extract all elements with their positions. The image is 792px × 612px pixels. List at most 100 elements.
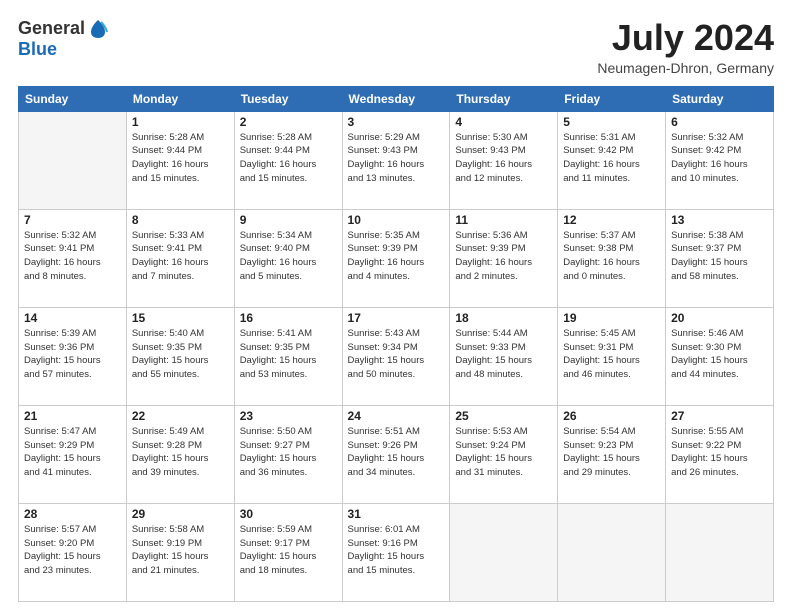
day-info: Sunrise: 5:51 AM Sunset: 9:26 PM Dayligh… — [348, 425, 445, 480]
day-info: Sunrise: 5:47 AM Sunset: 9:29 PM Dayligh… — [24, 425, 121, 480]
day-info: Sunrise: 5:30 AM Sunset: 9:43 PM Dayligh… — [455, 131, 552, 186]
calendar-cell: 25Sunrise: 5:53 AM Sunset: 9:24 PM Dayli… — [450, 405, 558, 503]
day-info: Sunrise: 5:59 AM Sunset: 9:17 PM Dayligh… — [240, 523, 337, 578]
day-info: Sunrise: 5:44 AM Sunset: 9:33 PM Dayligh… — [455, 327, 552, 382]
day-number: 9 — [240, 213, 337, 227]
calendar-cell: 13 Sunrise: 5:38 AM Sunset: 9:37 PM Dayli… — [666, 209, 774, 307]
day-number: 28 — [24, 507, 121, 521]
day-info: Sunrise: 5:43 AM Sunset: 9:34 PM Dayligh… — [348, 327, 445, 382]
week-row-5: 28 Sunrise: 5:57 AM Sunset: 9:20 PM Dayli… — [19, 503, 774, 601]
month-title: July 2024 — [597, 18, 774, 58]
calendar-cell: 4 Sunrise: 5:30 AM Sunset: 9:43 PM Daylig… — [450, 111, 558, 209]
day-info: Sunrise: 5:35 AM Sunset: 9:39 PM Dayligh… — [348, 229, 445, 284]
page: General Blue July 2024 Neumagen-Dhron, G… — [0, 0, 792, 612]
calendar-cell — [558, 503, 666, 601]
weekday-header-row: SundayMondayTuesdayWednesdayThursdayFrid… — [19, 86, 774, 111]
day-info: Sunrise: 5:58 AM Sunset: 9:19 PM Dayligh… — [132, 523, 229, 578]
logo-general-text: General — [18, 19, 85, 39]
day-info: Sunrise: 5:34 AM Sunset: 9:40 PM Dayligh… — [240, 229, 337, 284]
calendar-cell: 6 Sunrise: 5:32 AM Sunset: 9:42 PM Daylig… — [666, 111, 774, 209]
day-info: Sunrise: 5:40 AM Sunset: 9:35 PM Dayligh… — [132, 327, 229, 382]
calendar-cell: 26 Sunrise: 5:54 AM Sunset: 9:23 PM Dayli… — [558, 405, 666, 503]
weekday-header-thursday: Thursday — [450, 86, 558, 111]
calendar-cell — [19, 111, 127, 209]
day-number: 18 — [455, 311, 552, 325]
day-info: Sunrise: 5:28 AM Sunset: 9:44 PM Dayligh… — [240, 131, 337, 186]
calendar-cell: 31 Sunrise: 6:01 AM Sunset: 9:16 PM Dayli… — [342, 503, 450, 601]
day-info: Sunrise: 5:49 AM Sunset: 9:28 PM Dayligh… — [132, 425, 229, 480]
day-number: 11 — [455, 213, 552, 227]
calendar-cell: 16Sunrise: 5:41 AM Sunset: 9:35 PM Dayli… — [234, 307, 342, 405]
day-number: 2 — [240, 115, 337, 129]
day-info: Sunrise: 5:54 AM Sunset: 9:23 PM Dayligh… — [563, 425, 660, 480]
calendar-cell: 11 Sunrise: 5:36 AM Sunset: 9:39 PM Dayli… — [450, 209, 558, 307]
calendar-cell: 28 Sunrise: 5:57 AM Sunset: 9:20 PM Dayli… — [19, 503, 127, 601]
week-row-2: 7 Sunrise: 5:32 AM Sunset: 9:41 PM Daylig… — [19, 209, 774, 307]
calendar-cell: 14 Sunrise: 5:39 AM Sunset: 9:36 PM Dayli… — [19, 307, 127, 405]
calendar-cell: 7 Sunrise: 5:32 AM Sunset: 9:41 PM Daylig… — [19, 209, 127, 307]
day-info: Sunrise: 5:57 AM Sunset: 9:20 PM Dayligh… — [24, 523, 121, 578]
calendar-cell: 29 Sunrise: 5:58 AM Sunset: 9:19 PM Dayli… — [126, 503, 234, 601]
calendar-cell: 23 Sunrise: 5:50 AM Sunset: 9:27 PM Dayli… — [234, 405, 342, 503]
calendar-cell — [666, 503, 774, 601]
weekday-header-monday: Monday — [126, 86, 234, 111]
day-number: 17 — [348, 311, 445, 325]
day-number: 26 — [563, 409, 660, 423]
calendar-cell: 5 Sunrise: 5:31 AM Sunset: 9:42 PM Daylig… — [558, 111, 666, 209]
calendar-cell: 8 Sunrise: 5:33 AM Sunset: 9:41 PM Daylig… — [126, 209, 234, 307]
weekday-header-friday: Friday — [558, 86, 666, 111]
day-info: Sunrise: 5:45 AM Sunset: 9:31 PM Dayligh… — [563, 327, 660, 382]
day-number: 31 — [348, 507, 445, 521]
day-info: Sunrise: 5:53 AM Sunset: 9:24 PM Dayligh… — [455, 425, 552, 480]
calendar-cell: 9 Sunrise: 5:34 AM Sunset: 9:40 PM Daylig… — [234, 209, 342, 307]
logo: General Blue — [18, 18, 109, 60]
calendar-cell: 21 Sunrise: 5:47 AM Sunset: 9:29 PM Dayli… — [19, 405, 127, 503]
weekday-header-wednesday: Wednesday — [342, 86, 450, 111]
calendar-cell: 27 Sunrise: 5:55 AM Sunset: 9:22 PM Dayli… — [666, 405, 774, 503]
day-number: 8 — [132, 213, 229, 227]
day-info: Sunrise: 5:50 AM Sunset: 9:27 PM Dayligh… — [240, 425, 337, 480]
day-number: 22 — [132, 409, 229, 423]
calendar-cell: 15 Sunrise: 5:40 AM Sunset: 9:35 PM Dayli… — [126, 307, 234, 405]
day-number: 14 — [24, 311, 121, 325]
day-number: 30 — [240, 507, 337, 521]
day-info: Sunrise: 5:31 AM Sunset: 9:42 PM Dayligh… — [563, 131, 660, 186]
day-number: 29 — [132, 507, 229, 521]
day-number: 3 — [348, 115, 445, 129]
day-info: Sunrise: 6:01 AM Sunset: 9:16 PM Dayligh… — [348, 523, 445, 578]
title-block: July 2024 Neumagen-Dhron, Germany — [597, 18, 774, 76]
day-number: 5 — [563, 115, 660, 129]
day-info: Sunrise: 5:39 AM Sunset: 9:36 PM Dayligh… — [24, 327, 121, 382]
logo-icon — [87, 18, 109, 40]
day-number: 21 — [24, 409, 121, 423]
day-info: Sunrise: 5:29 AM Sunset: 9:43 PM Dayligh… — [348, 131, 445, 186]
day-info: Sunrise: 5:32 AM Sunset: 9:41 PM Dayligh… — [24, 229, 121, 284]
day-number: 4 — [455, 115, 552, 129]
calendar-cell — [450, 503, 558, 601]
day-number: 6 — [671, 115, 768, 129]
day-number: 23 — [240, 409, 337, 423]
day-info: Sunrise: 5:46 AM Sunset: 9:30 PM Dayligh… — [671, 327, 768, 382]
day-info: Sunrise: 5:38 AM Sunset: 9:37 PM Dayligh… — [671, 229, 768, 284]
header: General Blue July 2024 Neumagen-Dhron, G… — [18, 18, 774, 76]
location: Neumagen-Dhron, Germany — [597, 60, 774, 76]
day-number: 10 — [348, 213, 445, 227]
calendar-cell: 3 Sunrise: 5:29 AM Sunset: 9:43 PM Daylig… — [342, 111, 450, 209]
day-info: Sunrise: 5:33 AM Sunset: 9:41 PM Dayligh… — [132, 229, 229, 284]
day-info: Sunrise: 5:55 AM Sunset: 9:22 PM Dayligh… — [671, 425, 768, 480]
calendar-cell: 1Sunrise: 5:28 AM Sunset: 9:44 PM Daylig… — [126, 111, 234, 209]
day-info: Sunrise: 5:36 AM Sunset: 9:39 PM Dayligh… — [455, 229, 552, 284]
calendar-cell: 18 Sunrise: 5:44 AM Sunset: 9:33 PM Dayli… — [450, 307, 558, 405]
calendar-cell: 12Sunrise: 5:37 AM Sunset: 9:38 PM Dayli… — [558, 209, 666, 307]
calendar-cell: 10 Sunrise: 5:35 AM Sunset: 9:39 PM Dayli… — [342, 209, 450, 307]
day-number: 27 — [671, 409, 768, 423]
calendar-cell: 17 Sunrise: 5:43 AM Sunset: 9:34 PM Dayli… — [342, 307, 450, 405]
day-info: Sunrise: 5:32 AM Sunset: 9:42 PM Dayligh… — [671, 131, 768, 186]
logo-blue-text: Blue — [18, 40, 109, 60]
day-number: 15 — [132, 311, 229, 325]
day-info: Sunrise: 5:41 AM Sunset: 9:35 PM Dayligh… — [240, 327, 337, 382]
day-number: 13 — [671, 213, 768, 227]
calendar-cell: 2 Sunrise: 5:28 AM Sunset: 9:44 PM Daylig… — [234, 111, 342, 209]
calendar-cell: 22 Sunrise: 5:49 AM Sunset: 9:28 PM Dayli… — [126, 405, 234, 503]
day-number: 7 — [24, 213, 121, 227]
